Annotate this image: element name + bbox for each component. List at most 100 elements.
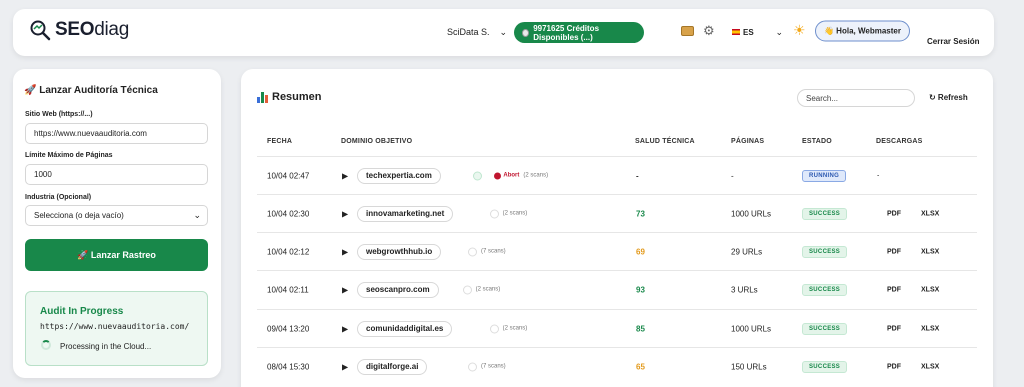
download-pdf-button[interactable]: PDF: [887, 286, 901, 293]
search-input[interactable]: Search...: [797, 89, 915, 107]
language-label: ES: [743, 27, 754, 37]
scan-history-icon[interactable]: [468, 247, 477, 256]
expand-arrow-icon[interactable]: ▶: [342, 362, 348, 371]
abort-button[interactable]: Abort: [494, 172, 519, 179]
sun-icon[interactable]: ☀: [793, 22, 806, 39]
column-header-downloads: DESCARGAS: [876, 138, 923, 145]
download-pdf-button[interactable]: PDF: [887, 248, 901, 255]
table-row[interactable]: 10/04 02:47 ▶ techexpertia.com Abort (2 scan…: [257, 156, 977, 194]
expand-arrow-icon[interactable]: ▶: [342, 209, 348, 218]
site-url-input[interactable]: https://www.nuevaauditoria.com: [25, 123, 208, 144]
stop-icon: [494, 172, 502, 179]
column-header-pages: PÁGINAS: [731, 138, 765, 145]
status-badge: SUCCESS: [802, 283, 848, 296]
status-badge: SUCCESS: [802, 207, 848, 220]
launch-crawl-button[interactable]: 🚀 Lanzar Rastreo: [25, 239, 208, 271]
logo-text: SEOdiag: [55, 19, 129, 40]
downloads-empty: -: [877, 172, 880, 179]
scan-history-icon[interactable]: [462, 285, 472, 294]
table-row[interactable]: 10/04 02:11 ▶ seoscanpro.com (2 scans) 93 3 U…: [257, 270, 977, 308]
download-pdf-button[interactable]: PDF: [887, 325, 901, 332]
scan-count: (2 scans): [489, 209, 528, 218]
launch-label: 🚀 Lanzar Rastreo: [77, 249, 156, 260]
row-date: 09/04 13:20: [267, 324, 310, 333]
domain-pill[interactable]: comunidaddigital.es: [357, 320, 453, 337]
audit-launch-panel: 🚀 Lanzar Auditoría Técnica Sitio Web (ht…: [13, 69, 221, 378]
audit-progress-box: Audit In Progress https://www.nuevaaudit…: [25, 291, 208, 366]
spinner-icon: [41, 340, 51, 350]
health-score: 85: [636, 324, 645, 333]
row-date: 10/04 02:12: [267, 247, 310, 256]
chevron-down-icon: ⌄: [193, 210, 201, 220]
download-xlsx-button[interactable]: XLSX: [921, 248, 939, 255]
chevron-down-icon: ⌄: [775, 26, 783, 37]
scan-count-label: (2 scans): [502, 325, 528, 332]
status-badge: SUCCESS: [802, 322, 848, 335]
greeting-label: 👋 Hola, Webmaster: [824, 26, 901, 36]
domain-pill[interactable]: digitalforge.ai: [357, 358, 428, 375]
download-xlsx-button[interactable]: XLSX: [921, 286, 939, 293]
table-row[interactable]: 09/04 13:20 ▶ comunidaddigital.es (2 scans)…: [257, 309, 977, 347]
health-score: -: [636, 171, 639, 180]
health-score: 69: [636, 247, 645, 256]
domain-pill[interactable]: innovamarketing.net: [357, 205, 454, 222]
scan-count-label: (7 scans): [481, 248, 506, 255]
column-header-domain: DOMINIO OBJETIVO: [341, 138, 413, 145]
industry-select[interactable]: Selecciona (o deja vacío) ⌄: [25, 205, 208, 226]
expand-arrow-icon[interactable]: ▶: [342, 324, 348, 333]
user-menu-button[interactable]: 👋 Hola, Webmaster: [815, 20, 910, 42]
limit-label: Límite Máximo de Páginas: [25, 152, 113, 159]
row-date: 10/04 02:47: [267, 171, 310, 180]
download-xlsx-button[interactable]: XLSX: [921, 210, 939, 217]
domain-pill[interactable]: seoscanpro.com: [357, 281, 439, 298]
expand-arrow-icon[interactable]: ▶: [342, 247, 348, 256]
top-navbar: SEOdiag SciData S. ⌄ 9971625 Créditos Di…: [13, 9, 994, 56]
scan-count: (2 scans): [489, 324, 528, 333]
scan-history-icon[interactable]: [489, 209, 499, 218]
page-count: 29 URLs: [731, 247, 763, 256]
status-badge: SUCCESS: [802, 245, 848, 258]
scan-count: Abort (2 scans): [473, 171, 548, 180]
download-pdf-button[interactable]: PDF: [887, 210, 901, 217]
progress-title: Audit In Progress: [40, 306, 124, 317]
industry-value: Selecciona (o deja vacío): [34, 211, 124, 220]
download-xlsx-button[interactable]: XLSX: [921, 363, 939, 370]
health-score: 65: [636, 362, 645, 371]
download-pdf-button[interactable]: PDF: [887, 363, 901, 370]
industry-label: Industria (Opcional): [25, 194, 92, 201]
scan-history-icon[interactable]: [468, 362, 477, 371]
language-selector[interactable]: ES ⌄: [726, 22, 787, 42]
row-date: 10/04 02:11: [267, 285, 309, 294]
table-row[interactable]: 08/04 15:30 ▶ digitalforge.ai (7 scans) 65 15…: [257, 347, 977, 385]
scan-count: (7 scans): [468, 247, 506, 256]
scan-count-label: (2 scans): [475, 286, 501, 293]
credit-card-icon[interactable]: [681, 26, 694, 36]
credits-button[interactable]: 9971625 Créditos Disponibles (...): [514, 22, 644, 43]
table-row[interactable]: 10/04 02:30 ▶ innovamarketing.net (2 scans)…: [257, 194, 977, 232]
logo[interactable]: SEOdiag: [29, 19, 129, 41]
expand-arrow-icon[interactable]: ▶: [342, 171, 348, 180]
magnifier-logo-icon: [30, 20, 51, 41]
coin-icon: [522, 28, 530, 37]
scan-count: (7 scans): [468, 362, 506, 371]
scan-history-icon[interactable]: [473, 171, 483, 180]
gear-icon[interactable]: ⚙: [703, 24, 716, 37]
account-selector[interactable]: SciData S. ⌄: [441, 22, 513, 42]
domain-pill[interactable]: techexpertia.com: [357, 167, 441, 184]
row-date: 10/04 02:30: [267, 209, 310, 218]
expand-arrow-icon[interactable]: ▶: [342, 285, 348, 294]
page-count: -: [731, 171, 734, 180]
scan-count-label: (2 scans): [502, 210, 528, 217]
domain-pill[interactable]: webgrowthhub.io: [357, 243, 442, 260]
scan-history-icon[interactable]: [489, 324, 499, 333]
logout-link[interactable]: Cerrar Sesión: [927, 37, 979, 46]
progress-status: Processing in the Cloud...: [60, 342, 152, 351]
page-limit-input[interactable]: 1000: [25, 164, 208, 185]
health-score: 93: [636, 285, 645, 294]
account-name: SciData S.: [447, 27, 490, 37]
table-row[interactable]: 10/04 02:12 ▶ webgrowthhub.io (7 scans) 69 29…: [257, 232, 977, 270]
bar-chart-icon: [257, 91, 268, 103]
download-xlsx-button[interactable]: XLSX: [921, 325, 939, 332]
page-count: 1000 URLs: [731, 209, 772, 218]
refresh-button[interactable]: ↻ Refresh: [929, 93, 968, 102]
